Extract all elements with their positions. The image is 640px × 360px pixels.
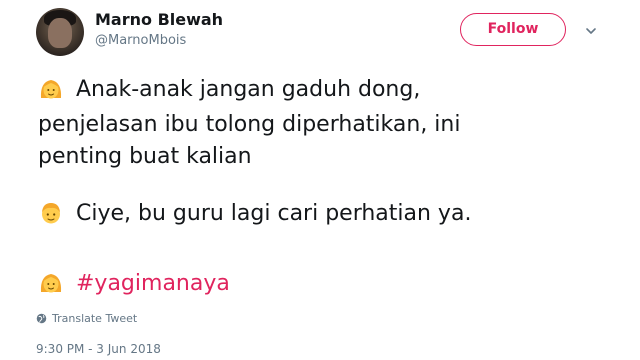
user-handle[interactable]: @MarnoMbois <box>95 33 186 48</box>
woman-emoji-icon <box>40 80 62 99</box>
translate-tweet-label[interactable]: Translate Tweet <box>52 312 137 325</box>
tweet-text-2: penjelasan ibu tolong diperhatikan, ini <box>38 112 461 137</box>
translate-tweet-link[interactable]: Translate Tweet <box>36 312 137 325</box>
tweet-line-4: Ciye, bu guru lagi cari perhatian ya. <box>38 200 471 226</box>
woman-emoji-icon <box>40 274 62 293</box>
globe-icon <box>36 313 47 324</box>
chevron-down-icon[interactable] <box>585 25 597 37</box>
tweet-text-1: Anak-anak jangan gaduh dong, <box>76 76 421 102</box>
boy-emoji-icon <box>42 203 60 224</box>
tweet-timestamp[interactable]: 9:30 PM - 3 Jun 2018 <box>36 342 161 356</box>
user-name[interactable]: Marno Blewah <box>95 10 223 29</box>
tweet-line-3: penting buat kalian <box>38 144 252 169</box>
tweet-text-3: penting buat kalian <box>38 144 252 169</box>
avatar-face <box>48 18 72 48</box>
tweet-line-5: #yagimanaya <box>38 270 230 296</box>
user-avatar[interactable] <box>36 8 84 56</box>
tweet-line-2: penjelasan ibu tolong diperhatikan, ini <box>38 112 460 137</box>
tweet-text-4: Ciye, bu guru lagi cari perhatian ya. <box>76 200 472 226</box>
follow-button[interactable]: Follow <box>460 13 566 46</box>
tweet-line-1: Anak-anak jangan gaduh dong, <box>38 76 420 102</box>
hashtag-link[interactable]: #yagimanaya <box>76 271 230 296</box>
